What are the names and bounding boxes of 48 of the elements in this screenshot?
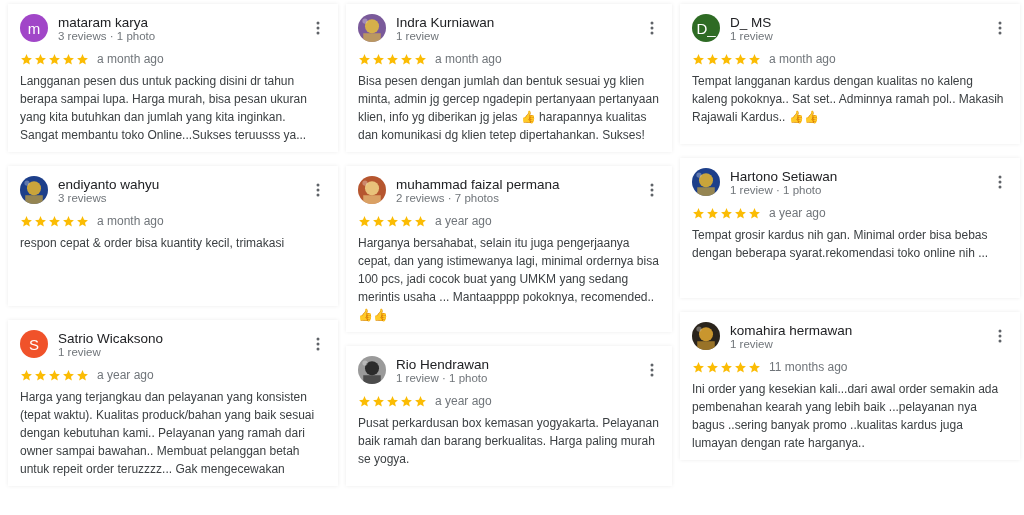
- review-count: 1 review · 1 photo: [396, 371, 489, 384]
- review-count: 1 review: [730, 29, 774, 42]
- review-count: 3 reviews · 1 photo: [58, 29, 157, 42]
- more-options-icon[interactable]: [316, 21, 320, 35]
- review-date: a year ago: [97, 368, 154, 382]
- review-count: 1 review: [730, 337, 774, 350]
- more-options-icon[interactable]: [650, 21, 654, 35]
- review-count: 1 review · 1 photo: [730, 183, 823, 196]
- review-count: 2 reviews · 7 photos: [396, 191, 500, 204]
- review-date: a month ago: [97, 52, 164, 66]
- avatar[interactable]: S: [20, 330, 48, 358]
- reviewer-name[interactable]: mataram karya: [58, 14, 306, 30]
- reviewer-name[interactable]: Satrio Wicaksono: [58, 330, 306, 346]
- review-date: a month ago: [435, 52, 502, 66]
- more-options-icon[interactable]: [316, 183, 320, 197]
- reviewer-name[interactable]: Hartono Setiawan: [730, 168, 988, 184]
- avatar[interactable]: D_: [692, 14, 720, 42]
- review-date: a month ago: [97, 214, 164, 228]
- reviewer-name[interactable]: Rio Hendrawan: [396, 356, 640, 372]
- review-text: Bisa pesen dengan jumlah dan bentuk sesuai yg klien minta, admin jg gercep ngadepin pertanyaan pertanyaan klien, info yg diberikan jg jelas 👍 harapannya kualitas dan komunikasi dg klien tetep dipertahankan. Sukses!: [358, 73, 660, 144]
- more-options-icon[interactable]: [650, 183, 654, 197]
- reviewer-name[interactable]: muhammad faizal permana: [396, 176, 640, 192]
- reviewer-name[interactable]: Indra Kurniawan: [396, 14, 640, 30]
- review-text: Langganan pesen dus untuk packing disini dr tahun berapa sampai lupa. Harga murah, bisa pesan ukuran yang kita butuhkan dan jumlah yang kita inginkan. Sangat membantu toko Online...Sukses teruusss ya...: [20, 73, 308, 144]
- review-date: a year ago: [435, 214, 492, 228]
- more-options-icon[interactable]: [998, 175, 1002, 189]
- more-options-icon[interactable]: [650, 363, 654, 377]
- review-date: a month ago: [769, 52, 836, 66]
- review-text: Harganya bersahabat, selain itu juga pengerjaanya cepat, dan yang istimewanya lagi, minimal ordernya bisa 100 pcs, jadi cocok buat yang UMKM yang sedang merintis usaha ... Mantaapppp pokoknya, recomended.. 👍👍: [358, 235, 660, 324]
- review-count: 1 review: [396, 29, 440, 42]
- more-options-icon[interactable]: [998, 329, 1002, 343]
- reviewer-name[interactable]: D_ MS: [730, 14, 988, 30]
- more-options-icon[interactable]: [316, 337, 320, 351]
- review-text: Tempat grosir kardus nih gan. Minimal order bisa bebas dengan beberapa syarat.rekomendasi toko online nih ...: [692, 227, 990, 262]
- review-date: a year ago: [435, 394, 492, 408]
- review-date: a year ago: [769, 206, 826, 220]
- review-date: 11 months ago: [769, 360, 848, 374]
- review-count: 3 reviews: [58, 191, 107, 204]
- review-text: Ini order yang kesekian kali...dari awal order semakin ada pembenahan kearah yang lebih baik ...pelayanan nya bagus ..sering banyak promo ..kualitas kardus juga lumayan dengan rate harganya..: [692, 381, 1000, 452]
- reviewer-name[interactable]: komahira hermawan: [730, 322, 988, 338]
- more-options-icon[interactable]: [998, 21, 1002, 35]
- avatar[interactable]: m: [20, 14, 48, 42]
- review-text: Pusat perkardusan box kemasan yogyakarta. Pelayanan baik ramah dan barang berkualitas. Harga paling murah se yogya.: [358, 415, 660, 468]
- review-text: Tempat langganan kardus dengan kualitas no kaleng kaleng pokoknya.. Sat set.. Adminnya ramah pol.. Makasih Rajawali Kardus.. 👍👍: [692, 73, 1005, 126]
- review-text: Harga yang terjangkau dan pelayanan yang konsisten (tepat waktu). Kualitas produck/bahan yang baik sesuai dengan kebutuhan kami.. Pelayanan yang ramah dari owner sampai bawahan.. Membuat pelanggan betah untuk repeit order teruzzzz... Gak mengecewakan: [20, 389, 316, 478]
- review-count: 1 review: [58, 345, 102, 358]
- review-text: respon cepat & order bisa kuantity kecil, trimakasi: [20, 235, 286, 252]
- reviewer-name[interactable]: endiyanto wahyu: [58, 176, 306, 192]
